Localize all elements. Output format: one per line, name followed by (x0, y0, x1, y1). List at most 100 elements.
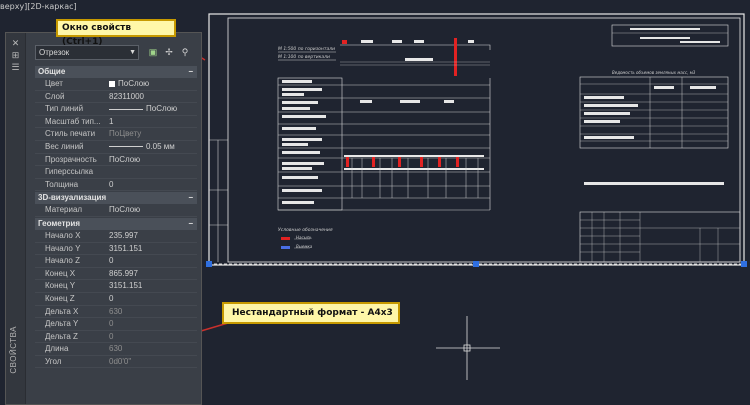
property-value-text: 0.05 мм (146, 141, 175, 151)
property-row[interactable]: Вес линий 0.05 мм (35, 141, 197, 154)
property-value-text: 3151.151 (109, 243, 143, 253)
property-value[interactable]: ПоСлою (109, 154, 197, 166)
property-name: Гиперссылка (45, 167, 94, 177)
property-value[interactable]: ПоЦвету (109, 128, 197, 140)
property-row[interactable]: Дельта X 630 (35, 306, 197, 319)
property-value-text: 0d0'0" (109, 356, 132, 366)
property-value[interactable]: 0 (109, 255, 197, 267)
property-value[interactable]: ПоСлою (109, 78, 197, 90)
section-title: Общие (38, 67, 66, 76)
property-value[interactable]: 0 (109, 293, 197, 305)
section-header[interactable]: Общие − (35, 66, 197, 78)
property-row[interactable]: Начало Y 3151.151 (35, 243, 197, 256)
property-value-text: 865.997 (109, 268, 138, 278)
property-row[interactable]: Конец X 865.997 (35, 268, 197, 281)
property-value[interactable]: ПоСлою (109, 204, 197, 216)
collapse-icon[interactable]: − (188, 218, 193, 230)
autohide-icon[interactable]: ⊞ (10, 51, 21, 60)
collapse-icon[interactable]: − (188, 192, 193, 204)
collapse-icon[interactable]: − (188, 66, 193, 78)
callout-nonstandard-format: Нестандартный формат - А4х3 (222, 302, 400, 324)
linetype-preview-icon (109, 108, 143, 110)
property-value[interactable]: 865.997 (109, 268, 197, 280)
section-header[interactable]: Геометрия − (35, 217, 197, 230)
property-value[interactable]: 630 (109, 306, 197, 318)
property-name: Материал (45, 205, 83, 215)
property-row[interactable]: Цвет ПоСлою (35, 78, 197, 91)
property-value[interactable]: 82311000 (109, 91, 197, 103)
property-name: Угол (45, 356, 62, 366)
palette-title-strip[interactable]: ✕ ⊞ ☰ СВОЙСТВА (6, 33, 26, 404)
property-value-text: 82311000 (109, 91, 144, 101)
section-header[interactable]: 3D-визуализация − (35, 192, 197, 205)
property-row[interactable]: Слой 82311000 (35, 91, 197, 104)
property-value-text: ПоСлою (146, 104, 178, 114)
property-value-text: 0 (109, 331, 114, 341)
object-type-value: Отрезок (39, 48, 70, 57)
property-row[interactable]: Гиперссылка (35, 166, 197, 179)
property-value[interactable]: 3151.151 (109, 280, 197, 292)
property-value[interactable]: 630 (109, 343, 197, 355)
property-name: Тип линий (45, 104, 84, 114)
grip-mid (473, 261, 479, 267)
property-value[interactable]: 0 (109, 331, 197, 343)
property-row[interactable]: Материал ПоСлою (35, 204, 197, 217)
drawing-note-2: М 1:100 по вертикали (278, 55, 330, 60)
property-row[interactable]: Конец Y 3151.151 (35, 280, 197, 293)
property-row[interactable]: Тип линий ПоСлою (35, 103, 197, 116)
property-value[interactable]: 3151.151 (109, 243, 197, 255)
property-value[interactable]: ПоСлою (109, 103, 197, 115)
property-row[interactable]: Стиль печати ПоЦвету (35, 128, 197, 141)
quick-select-icon[interactable]: ⚲ (179, 46, 191, 58)
property-name: Дельта X (45, 306, 79, 316)
property-name: Начало Z (45, 256, 80, 266)
properties-menu-icon[interactable]: ☰ (10, 63, 21, 72)
close-icon[interactable]: ✕ (10, 39, 21, 48)
drawing-note-1: М 1:500 по горизонтали (278, 47, 336, 52)
property-row[interactable]: Конец Z 0 (35, 293, 197, 306)
property-row[interactable]: Длина 630 (35, 343, 197, 356)
chevron-down-icon: ▼ (129, 49, 136, 56)
palette-body: Отрезок ▼ ▣ ✢ ⚲ Общие − Цвет ПоСлою Слой 8231… (27, 33, 199, 404)
property-value-text: ПоСлою (109, 154, 141, 164)
property-name: Конец Z (45, 293, 75, 303)
property-value-text: 235.997 (109, 230, 138, 240)
property-value-text: ПоСлою (118, 79, 150, 88)
property-name: Масштаб тип... (45, 116, 101, 126)
property-row[interactable]: Масштаб тип... 1 (35, 116, 197, 129)
property-row[interactable]: Толщина 0 (35, 179, 197, 192)
property-row[interactable]: Дельта Z 0 (35, 331, 197, 344)
property-value-text: ПоЦвету (109, 129, 142, 139)
callout-properties-window: Окно свойств (Ctrl+1) (56, 19, 176, 47)
toggle-pickadd-icon[interactable]: ▣ (147, 46, 159, 58)
properties-palette[interactable]: ✕ ⊞ ☰ СВОЙСТВА Отрезок ▼ ▣ ✢ ⚲ Общие − Цве… (5, 32, 202, 405)
property-value[interactable]: 0.05 мм (109, 141, 197, 153)
property-name: Начало Y (45, 243, 81, 253)
property-value-text: 0 (109, 179, 114, 189)
viewport-label[interactable]: верху][2D-каркас] (0, 2, 77, 11)
linetype-preview-icon (109, 146, 143, 148)
property-value-text: 630 (109, 306, 123, 316)
property-value[interactable]: 1 (109, 116, 197, 128)
property-value-text: 0 (109, 293, 114, 303)
property-name: Дельта Z (45, 331, 78, 341)
property-row[interactable]: Начало X 235.997 (35, 230, 197, 243)
property-row[interactable]: Дельта Y 0 (35, 318, 197, 331)
property-row[interactable]: Прозрачность ПоСлою (35, 154, 197, 167)
property-value-text: 0 (109, 256, 114, 266)
property-value[interactable]: 0 (109, 179, 197, 191)
legend-item-cut: Выемка (296, 244, 313, 249)
property-row[interactable]: Начало Z 0 (35, 255, 197, 268)
property-value[interactable] (109, 166, 197, 178)
property-value[interactable]: 235.997 (109, 230, 197, 242)
property-value[interactable]: 0d0'0" (109, 356, 197, 368)
volume-table-title: Ведомость объемов земляных масс, м3 (612, 70, 696, 75)
property-name: Слой (45, 91, 65, 101)
property-name: Прозрачность (45, 154, 97, 164)
property-row[interactable]: Угол 0d0'0" (35, 356, 197, 369)
property-value[interactable]: 0 (109, 318, 197, 330)
palette-title: СВОЙСТВА (9, 326, 18, 374)
property-sections: Общие − Цвет ПоСлою Слой 82311000 Тип линий ПоС… (35, 65, 197, 369)
select-objects-icon[interactable]: ✢ (163, 46, 175, 58)
color-swatch-icon (109, 80, 115, 87)
